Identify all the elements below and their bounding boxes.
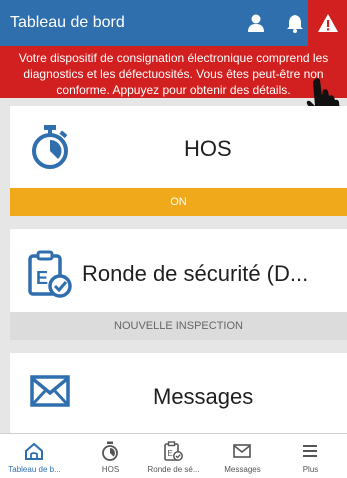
banner-line-2: diagnostics et les défectuosités. Vous ê… [23, 67, 324, 81]
menu-icon [303, 445, 317, 457]
warning-icon [318, 14, 338, 32]
bottom-tab-bar: Tableau de b... HOS E Ronde de sé... Mes… [0, 433, 347, 478]
tab-safety-label: Ronde de sé... [147, 465, 200, 474]
safety-inspection-card[interactable]: E Ronde de sécurité (D... NOUVELLE INSPE… [10, 229, 347, 340]
messages-label: Messages [153, 384, 254, 409]
banner-line-3: conforme. Appuyez pour obtenir des détai… [56, 83, 291, 97]
tab-safety-inspection[interactable]: E Ronde de sé... [139, 434, 208, 478]
tab-more-label: Plus [302, 465, 319, 474]
tab-dashboard[interactable]: Tableau de b... [0, 434, 69, 478]
clipboard-check-icon: E [164, 441, 183, 461]
safety-inspection-label: Ronde de sécurité (D... [82, 261, 309, 286]
top-header: Tableau de bord [0, 0, 347, 46]
home-icon [25, 442, 43, 460]
svg-text:E: E [168, 449, 173, 458]
tab-messages-label: Messages [224, 465, 261, 474]
hos-card[interactable]: HOS ON [10, 106, 347, 216]
tab-dashboard-label: Tableau de b... [8, 465, 61, 474]
tab-hos[interactable]: HOS [76, 434, 145, 478]
compliance-warning-banner[interactable]: Votre dispositif de consignation électro… [0, 46, 347, 98]
messages-card[interactable]: Messages [10, 353, 347, 433]
stopwatch-icon [32, 125, 68, 169]
bell-icon[interactable] [285, 13, 305, 33]
banner-line-1: Votre dispositif de consignation électro… [18, 51, 329, 65]
clipboard-check-icon: E [28, 250, 72, 298]
new-inspection-button[interactable]: NOUVELLE INSPECTION [10, 312, 347, 340]
tab-hos-label: HOS [101, 465, 120, 474]
envelope-icon [30, 375, 70, 407]
envelope-icon [233, 444, 251, 458]
alert-button[interactable] [308, 0, 347, 46]
tab-more[interactable]: Plus [276, 434, 345, 478]
hos-label: HOS [184, 136, 232, 161]
user-icon[interactable] [246, 13, 266, 33]
page-title: Tableau de bord [10, 14, 125, 31]
tab-messages[interactable]: Messages [208, 434, 277, 478]
stopwatch-icon [102, 441, 118, 461]
hos-status-bar[interactable]: ON [10, 188, 347, 216]
svg-text:E: E [36, 268, 48, 288]
